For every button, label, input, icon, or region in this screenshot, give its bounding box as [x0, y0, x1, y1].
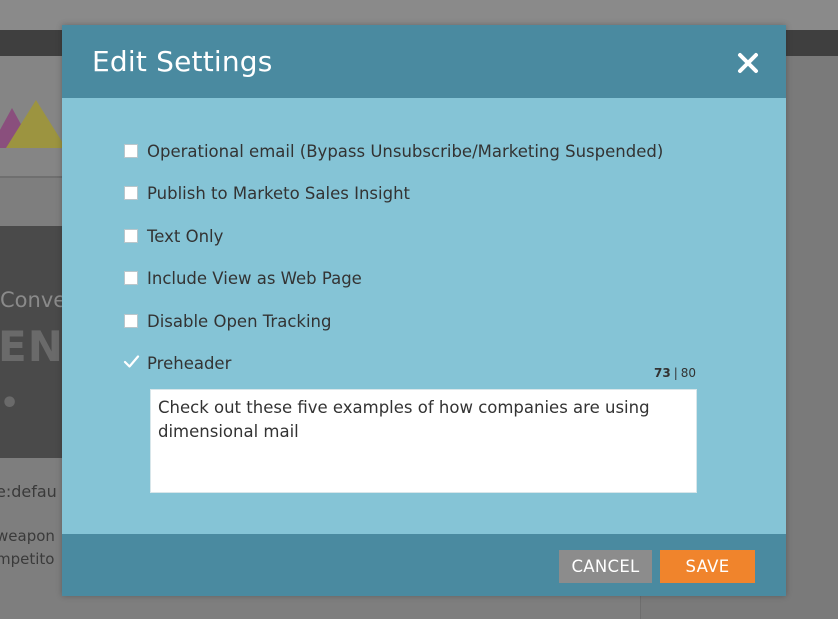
text-only-checkbox[interactable]	[124, 229, 138, 243]
option-disable-open-tracking[interactable]: Disable Open Tracking	[124, 310, 331, 332]
background-hero-subtitle: Conve	[0, 288, 62, 312]
option-label: Text Only	[147, 226, 224, 246]
dialog-header: Edit Settings	[62, 25, 786, 98]
dialog-title: Edit Settings	[92, 45, 273, 78]
counter-separator: |	[673, 366, 678, 380]
close-button[interactable]	[734, 49, 762, 77]
background-divider	[0, 176, 62, 178]
option-label: Include View as Web Page	[147, 268, 362, 288]
edit-settings-dialog: Edit Settings Operational email (Bypass …	[62, 25, 786, 596]
preheader-checkbox[interactable]	[123, 355, 140, 370]
option-view-as-web-page[interactable]: Include View as Web Page	[124, 267, 362, 289]
publish-sales-insight-checkbox[interactable]	[124, 186, 138, 200]
option-label: Preheader	[147, 353, 232, 373]
background-body-text-2: mpetito	[0, 550, 55, 568]
background-hero-title: ENS	[0, 322, 62, 371]
banner-yellow-shape	[6, 100, 62, 148]
counter-current: 73	[654, 366, 671, 380]
dialog-footer: CANCEL SAVE	[62, 534, 786, 596]
save-button[interactable]: SAVE	[660, 550, 755, 583]
option-text-only[interactable]: Text Only	[124, 225, 223, 247]
option-label: Disable Open Tracking	[147, 311, 332, 331]
background-hero-dot: •	[0, 386, 20, 421]
option-operational-email[interactable]: Operational email (Bypass Unsubscribe/Ma…	[124, 140, 663, 162]
background-code-text: e:defau	[0, 482, 57, 501]
close-icon	[738, 53, 758, 73]
background-banner-image	[0, 56, 62, 176]
disable-open-tracking-checkbox[interactable]	[124, 314, 138, 328]
operational-email-checkbox[interactable]	[124, 144, 138, 158]
background-hero-image: Conve ENS •	[0, 226, 62, 458]
preheader-character-counter: 73 | 80	[654, 366, 696, 380]
checkmark-icon	[123, 355, 140, 368]
option-label: Publish to Marketo Sales Insight	[147, 183, 410, 203]
cancel-button[interactable]: CANCEL	[559, 550, 652, 583]
option-preheader[interactable]: Preheader	[123, 352, 232, 374]
preheader-textarea[interactable]: Check out these five examples of how com…	[150, 389, 697, 493]
counter-max: 80	[680, 366, 697, 380]
view-as-web-page-checkbox[interactable]	[124, 271, 138, 285]
option-label: Operational email (Bypass Unsubscribe/Ma…	[147, 141, 664, 161]
option-publish-sales-insight[interactable]: Publish to Marketo Sales Insight	[124, 182, 410, 204]
background-body-text-1: weapon	[0, 527, 55, 545]
